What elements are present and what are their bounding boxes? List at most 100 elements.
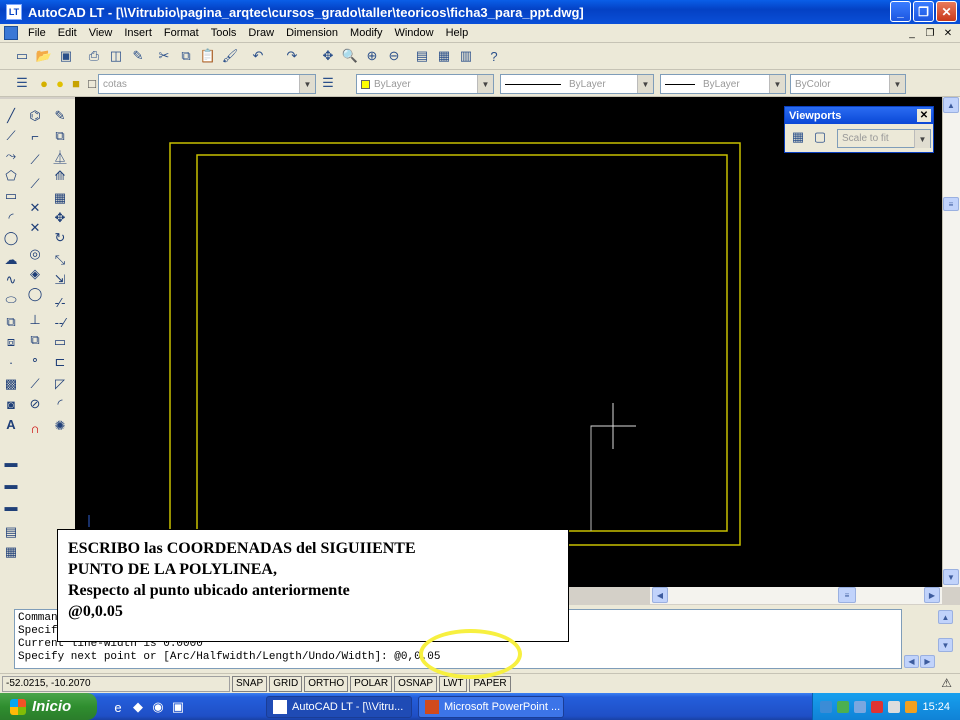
chamfer-icon[interactable]: ◸ [51,375,69,393]
make-block-icon[interactable]: ⧈ [2,333,20,351]
scroll-thumb[interactable]: ≡ [943,197,959,211]
chevron-down-icon[interactable]: ▼ [299,75,315,93]
layer-select[interactable]: cotas ▼ [98,74,316,94]
document-icon[interactable] [4,26,18,40]
point-icon[interactable]: · [2,353,20,371]
viewports-dialog-icon[interactable]: ▦ [789,128,807,146]
menu-view[interactable]: View [83,27,119,39]
pan-icon[interactable]: ✥ [318,46,338,66]
snap-apparent-icon[interactable]: ✕ [26,219,44,237]
polyline-icon[interactable]: ⤳ [2,147,20,165]
tray-icon[interactable] [820,700,833,713]
dimension-linear-icon[interactable]: ▬ [2,475,20,493]
cut-icon[interactable]: ✂ [154,46,174,66]
help-icon[interactable]: ? [484,46,504,66]
menu-help[interactable]: Help [440,27,475,39]
menu-file[interactable]: File [22,27,52,39]
menu-format[interactable]: Format [158,27,205,39]
snap-intersection-icon[interactable]: ✕ [26,199,44,217]
horizontal-scrollbar[interactable]: ◀ ≡ ▶ [650,587,942,604]
open-icon[interactable]: 📂 [34,46,54,66]
vertical-scrollbar[interactable]: ▲ ≡ ▼ [942,97,960,587]
close-icon[interactable]: ✕ [917,109,931,122]
explode-icon[interactable]: ✺ [51,417,69,435]
redo-icon[interactable]: ↷ [282,46,302,66]
snap-settings-icon[interactable]: ∩ [26,419,44,437]
layout-icon[interactable]: ▤ [2,523,20,541]
circle-icon[interactable]: ◯ [2,229,20,247]
communication-center-icon[interactable]: ⚠ [941,676,952,690]
match-properties-icon[interactable]: 🖌 [220,46,240,66]
zoom-previous-icon[interactable]: ⊖ [384,46,404,66]
spline-icon[interactable]: ∿ [2,271,20,289]
scroll-right-icon[interactable]: ▶ [920,655,935,668]
snap-none-icon[interactable]: ⊘ [26,395,44,413]
lineweight-select[interactable]: ByLayer ▼ [660,74,786,94]
snap-insert-icon[interactable]: ⧉ [26,331,44,349]
layer-manager-icon[interactable]: ☰ [12,73,32,93]
menu-edit[interactable]: Edit [52,27,83,39]
extend-icon[interactable]: --⁄ [51,313,69,331]
snap-quadrant-icon[interactable]: ◈ [26,265,44,283]
quicklaunch-icon[interactable]: ▣ [168,697,188,717]
print-icon[interactable]: ⎙ [84,46,104,66]
osnap-toggle[interactable]: OSNAP [394,675,438,692]
line-icon[interactable]: ╱ [2,107,20,125]
make-current-layer-icon[interactable]: ☰ [318,73,338,93]
snap-perpendicular-icon[interactable]: ⊥ [26,311,44,329]
scroll-up-icon[interactable]: ▲ [938,610,953,624]
tray-icon[interactable] [905,700,918,713]
snap-endpoint-icon[interactable]: ⟋ [26,151,44,169]
move-icon[interactable]: ✥ [51,209,69,227]
construction-line-icon[interactable]: ⟋ [2,127,20,145]
polar-toggle[interactable]: POLAR [350,675,393,692]
zoom-realtime-icon[interactable]: 🔍 [340,46,360,66]
rectangle-icon[interactable]: ▭ [2,187,20,205]
scroll-up-icon[interactable]: ▲ [943,97,959,113]
menu-window[interactable]: Window [388,27,439,39]
snap-center-icon[interactable]: ◎ [26,245,44,263]
doc-close-button[interactable]: ✕ [940,26,956,40]
hatch-icon[interactable]: ▩ [2,375,20,393]
array-icon[interactable]: ▦ [51,189,69,207]
doc-restore-button[interactable]: ❐ [922,26,938,40]
start-button[interactable]: Inicio [0,693,97,720]
menu-insert[interactable]: Insert [118,27,158,39]
scale-icon[interactable]: ⤡ [51,251,69,269]
plotstyle-select[interactable]: ByColor ▼ [790,74,906,94]
chevron-down-icon[interactable]: ▼ [477,75,493,93]
scroll-down-icon[interactable]: ▼ [943,569,959,585]
quicklaunch-icon[interactable]: ◆ [128,697,148,717]
menu-tools[interactable]: Tools [205,27,243,39]
revcloud-icon[interactable]: ☁ [2,251,20,269]
taskbar-autocad[interactable]: AutoCAD LT - [\\Vitru... [266,696,412,718]
color-select[interactable]: ByLayer ▼ [356,74,494,94]
ellipse-icon[interactable]: ⬭ [2,291,20,309]
ie-icon[interactable]: e [108,697,128,717]
tray-icon[interactable] [854,700,867,713]
chevron-down-icon[interactable]: ▼ [769,75,785,93]
paste-icon[interactable]: 📋 [198,46,218,66]
menu-dimension[interactable]: Dimension [280,27,344,39]
scroll-down-icon[interactable]: ▼ [938,638,953,652]
snap-node-icon[interactable]: ∘ [26,351,44,369]
polygon-icon[interactable]: ⬠ [2,167,20,185]
tray-icon[interactable] [871,700,884,713]
break-icon[interactable]: ▭ [51,333,69,351]
snap-tracking-icon[interactable]: ⌬ [26,107,44,125]
new-icon[interactable]: ▭ [12,46,32,66]
chevron-down-icon[interactable]: ▼ [889,75,905,93]
copy-icon[interactable]: ⧉ [176,46,196,66]
taskbar-powerpoint[interactable]: Microsoft PowerPoint ... [418,696,564,718]
ortho-toggle[interactable]: ORTHO [304,675,349,692]
rotate-icon[interactable]: ↻ [51,229,69,247]
join-icon[interactable]: ⊏ [51,353,69,371]
autocad-app-icon[interactable]: LT [6,4,22,20]
chevron-down-icon[interactable]: ▼ [914,130,930,148]
scroll-right-icon[interactable]: ▶ [924,587,940,603]
viewports-title-bar[interactable]: Viewports ✕ [785,107,933,124]
dimension-style-icon[interactable]: ▬ [2,497,20,515]
tray-icon[interactable] [888,700,901,713]
menu-modify[interactable]: Modify [344,27,388,39]
clock[interactable]: 15:24 [922,701,950,713]
